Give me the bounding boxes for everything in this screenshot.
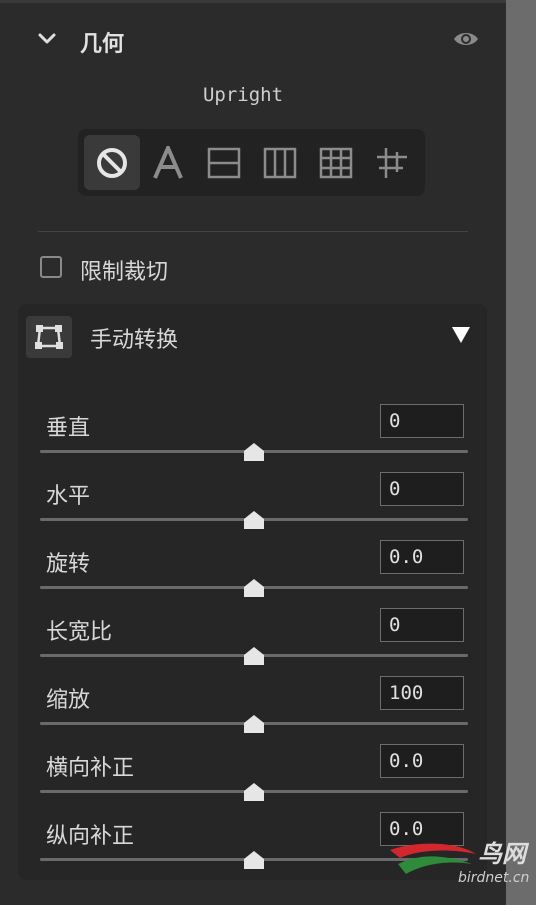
upright-off-button[interactable] [84,135,140,190]
eye-icon[interactable] [452,28,480,50]
slider-row: 垂直 0 [38,404,468,472]
transform-tool-button[interactable] [26,316,72,358]
slider-thumb[interactable] [243,646,265,666]
slider-value-input[interactable]: 0.0 [380,540,464,574]
watermark-logo: 鸟网 birdnet.cn [388,834,530,894]
slider-label: 水平 [46,484,91,509]
upright-level-button[interactable] [196,135,252,190]
section-header[interactable]: 几何 [0,20,506,60]
slider-value-input[interactable]: 100 [380,676,464,710]
chevron-down-icon[interactable] [36,28,58,50]
vertical-icon [263,147,297,178]
slider-row: 长宽比 0 [38,608,468,676]
section-divider [38,231,468,232]
full-grid-icon [319,147,353,178]
slider-label: 缩放 [46,688,91,713]
slider-thumb[interactable] [243,510,265,530]
manual-transform-header[interactable]: 手动转换 [18,304,487,364]
watermark-subtext: birdnet.cn [458,870,530,886]
slider-label: 横向补正 [46,756,135,781]
constrain-crop-checkbox[interactable] [40,256,62,278]
manual-transform-panel: 手动转换 垂直 0 水平 0 旋转 0.0 长宽比 0 缩放 100 横向补正 0.0 纵向补正 0.0 [18,304,487,880]
slider-thumb[interactable] [243,850,265,870]
off-icon [97,147,127,178]
constrain-crop-label: 限制裁切 [80,260,169,285]
slider-value-input[interactable]: 0.0 [380,744,464,778]
slider-row: 缩放 100 [38,676,468,744]
upright-full-button[interactable] [308,135,364,190]
slider-label: 纵向补正 [46,824,135,849]
slider-value-input[interactable]: 0 [380,608,464,642]
manual-transform-title: 手动转换 [90,328,179,353]
slider-label: 长宽比 [46,620,113,645]
upright-guided-button[interactable] [364,135,420,190]
upright-auto-button[interactable] [140,135,196,190]
guided-icon [377,147,407,178]
slider-row: 横向补正 0.0 [38,744,468,812]
slider-row: 水平 0 [38,472,468,540]
section-title: 几何 [80,32,125,57]
slider-thumb[interactable] [243,442,265,462]
level-icon [207,147,241,178]
slider-label: 旋转 [46,552,91,577]
slider-value-input[interactable]: 0 [380,472,464,506]
upright-label: Upright [202,84,284,106]
upright-mode-selector [78,129,425,196]
slider-thumb[interactable] [243,578,265,598]
scrollbar[interactable] [506,0,536,905]
slider-thumb[interactable] [243,782,265,802]
slider-label: 垂直 [46,416,91,441]
upright-vertical-button[interactable] [252,135,308,190]
slider-row: 旋转 0.0 [38,540,468,608]
slider-thumb[interactable] [243,714,265,734]
watermark-text: 鸟网 [478,840,526,868]
triangle-down-icon[interactable] [451,326,471,344]
auto-a-icon [153,145,183,179]
transform-icon [35,325,63,349]
top-divider [0,0,506,3]
slider-value-input[interactable]: 0 [380,404,464,438]
